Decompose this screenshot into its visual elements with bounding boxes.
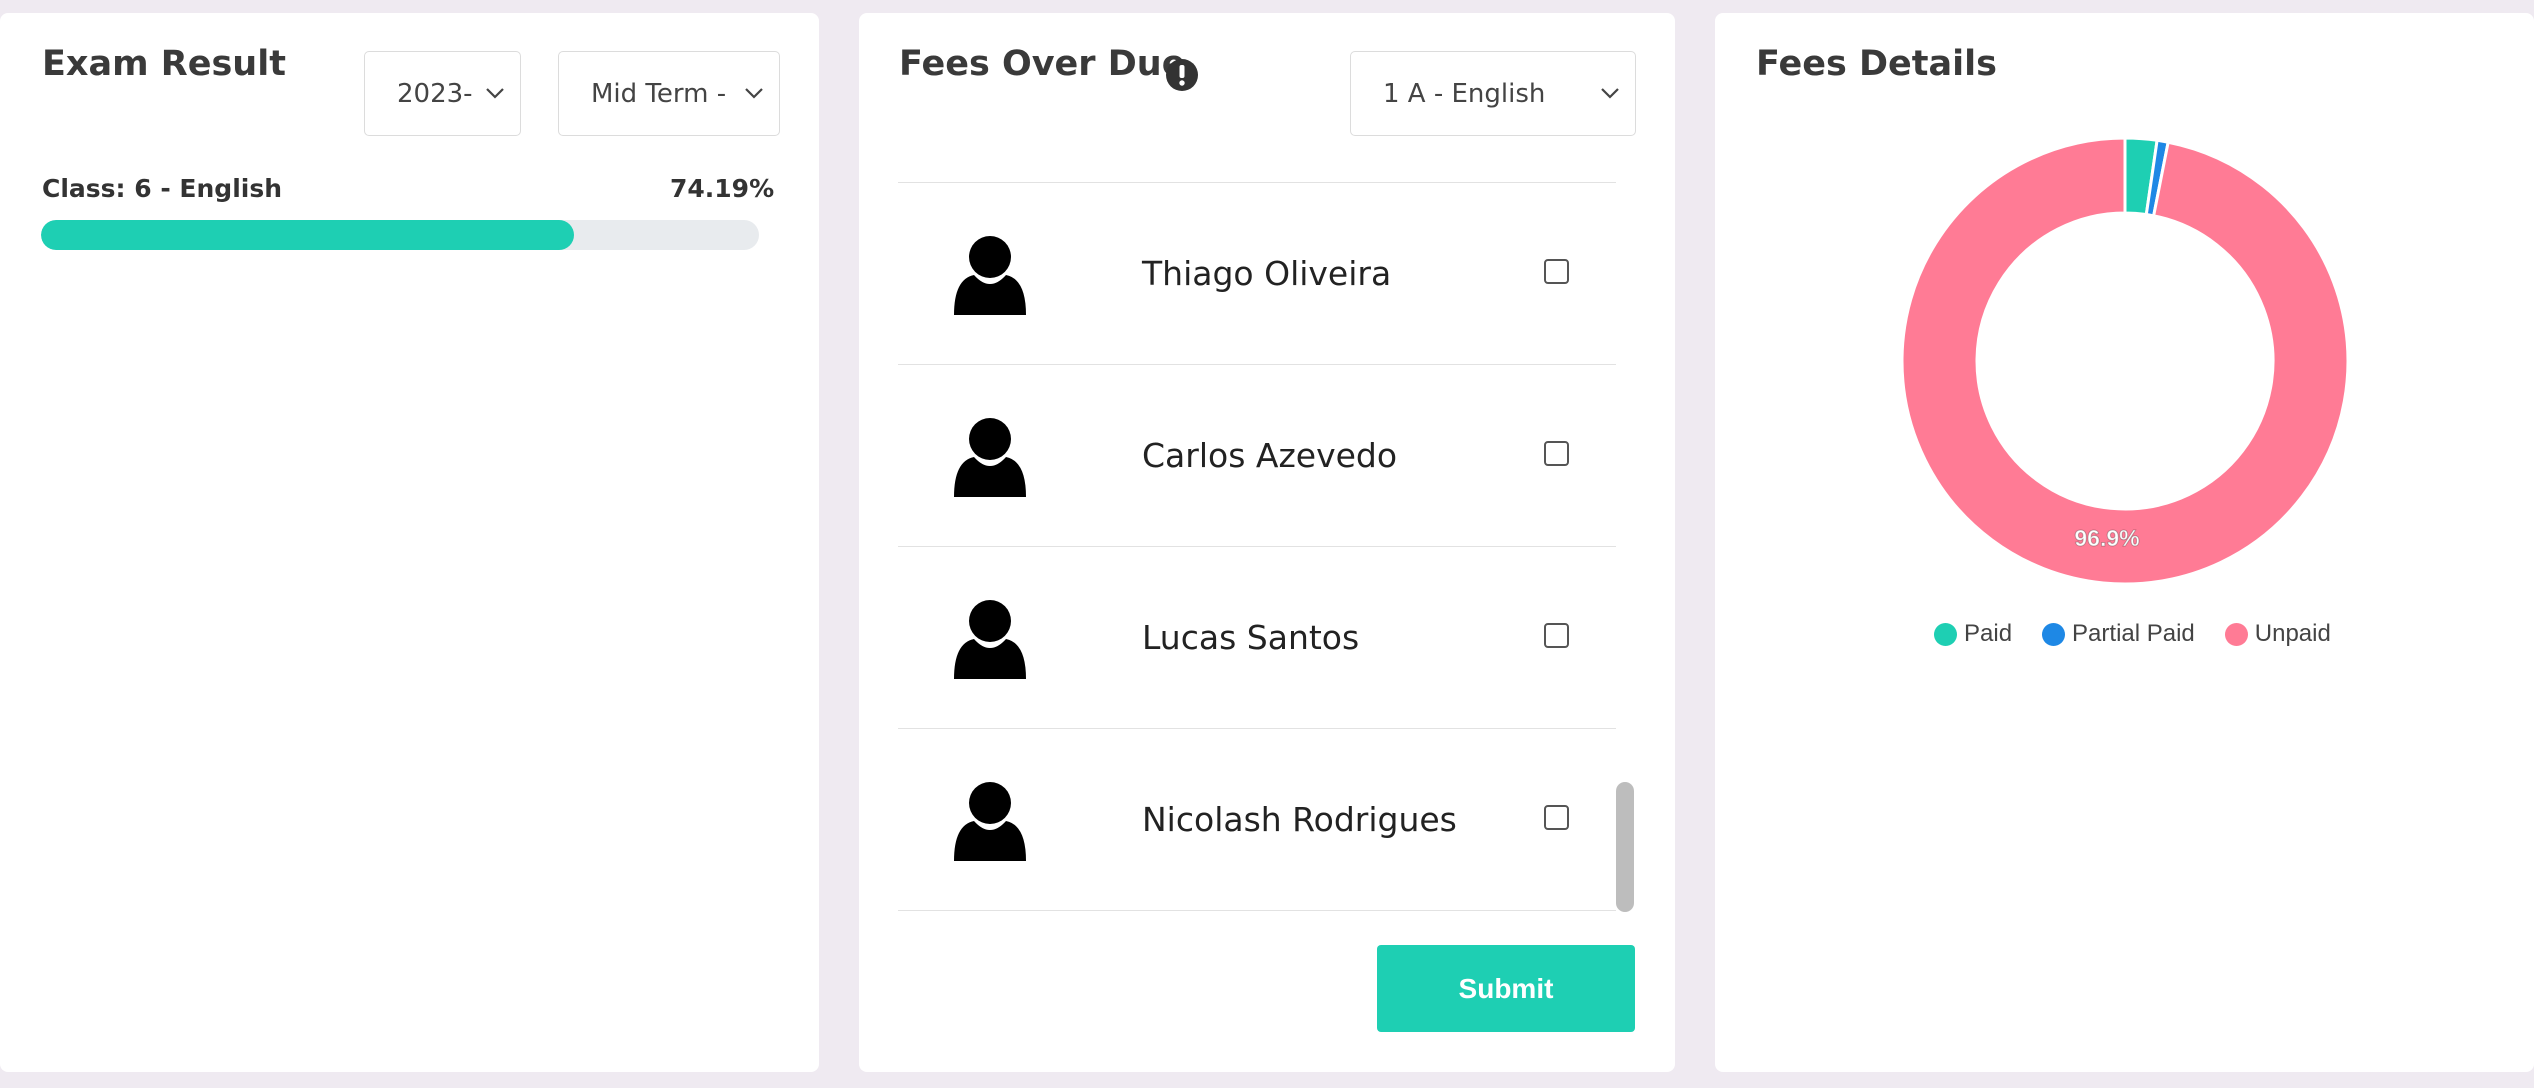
- student-name: Carlos Azevedo: [1142, 436, 1398, 475]
- exam-progress-fill: [41, 220, 574, 250]
- chevron-down-icon: [486, 88, 504, 99]
- fees-donut-chart: 96.9%: [1900, 136, 2350, 586]
- list-item: Nicolash Rodrigues: [898, 729, 1616, 911]
- class-select-value: 1 A - English: [1383, 78, 1546, 109]
- exam-result-title: Exam Result: [42, 44, 286, 84]
- term-select[interactable]: Mid Term -: [558, 51, 780, 136]
- year-select[interactable]: 2023-: [364, 51, 521, 136]
- list-item: Thiago Oliveira: [898, 183, 1616, 365]
- user-avatar-icon: [954, 236, 1026, 315]
- fees-details-title: Fees Details: [1756, 44, 1997, 84]
- donut-data-label: 96.9%: [2074, 525, 2139, 551]
- class-select[interactable]: 1 A - English: [1350, 51, 1636, 136]
- class-label: Class: 6 - English: [42, 174, 283, 203]
- term-select-value: Mid Term -: [591, 78, 727, 109]
- exam-percent: 74.19%: [670, 174, 775, 203]
- student-checkbox[interactable]: [1544, 623, 1569, 648]
- legend-item-unpaid[interactable]: Unpaid: [2224, 620, 2331, 648]
- list-scrollbar[interactable]: [1616, 782, 1634, 912]
- legend-item-partial-paid[interactable]: Partial Paid: [2042, 620, 2195, 648]
- user-avatar-icon: [954, 600, 1026, 679]
- fees-overdue-title: Fees Over Due: [899, 44, 1186, 84]
- user-avatar-icon: [954, 782, 1026, 861]
- legend-swatch: [2042, 622, 2066, 646]
- student-checkbox[interactable]: [1544, 805, 1569, 830]
- student-checkbox[interactable]: [1544, 259, 1569, 284]
- legend-label: Unpaid: [2254, 620, 2331, 647]
- donut-slice-unpaid[interactable]: [1900, 136, 2350, 586]
- legend-item-paid[interactable]: Paid: [1934, 620, 2012, 648]
- exam-progress-bar: [41, 220, 759, 250]
- chevron-down-icon: [745, 88, 763, 99]
- student-name: Thiago Oliveira: [1142, 254, 1392, 293]
- legend-label: Partial Paid: [2072, 620, 2195, 647]
- legend-swatch: [2224, 622, 2248, 646]
- list-item: Lucas Santos: [898, 547, 1616, 729]
- student-checkbox[interactable]: [1544, 441, 1569, 466]
- exclamation-circle-icon[interactable]: [1165, 58, 1199, 92]
- student-list: Thiago Oliveira Carlos Azevedo Lucas San…: [898, 182, 1616, 912]
- student-name: Nicolash Rodrigues: [1142, 800, 1457, 839]
- legend-swatch: [1934, 622, 1957, 646]
- chevron-down-icon: [1601, 88, 1619, 99]
- student-name: Lucas Santos: [1142, 618, 1360, 657]
- user-avatar-icon: [954, 418, 1026, 497]
- chart-legend: Paid Partial Paid Unpaid: [1934, 620, 2331, 648]
- submit-button[interactable]: Submit: [1377, 945, 1635, 1032]
- year-select-value: 2023-: [397, 78, 473, 109]
- list-item: Carlos Azevedo: [898, 365, 1616, 547]
- legend-label: Paid: [1964, 620, 2013, 647]
- exam-result-card: [0, 13, 819, 1072]
